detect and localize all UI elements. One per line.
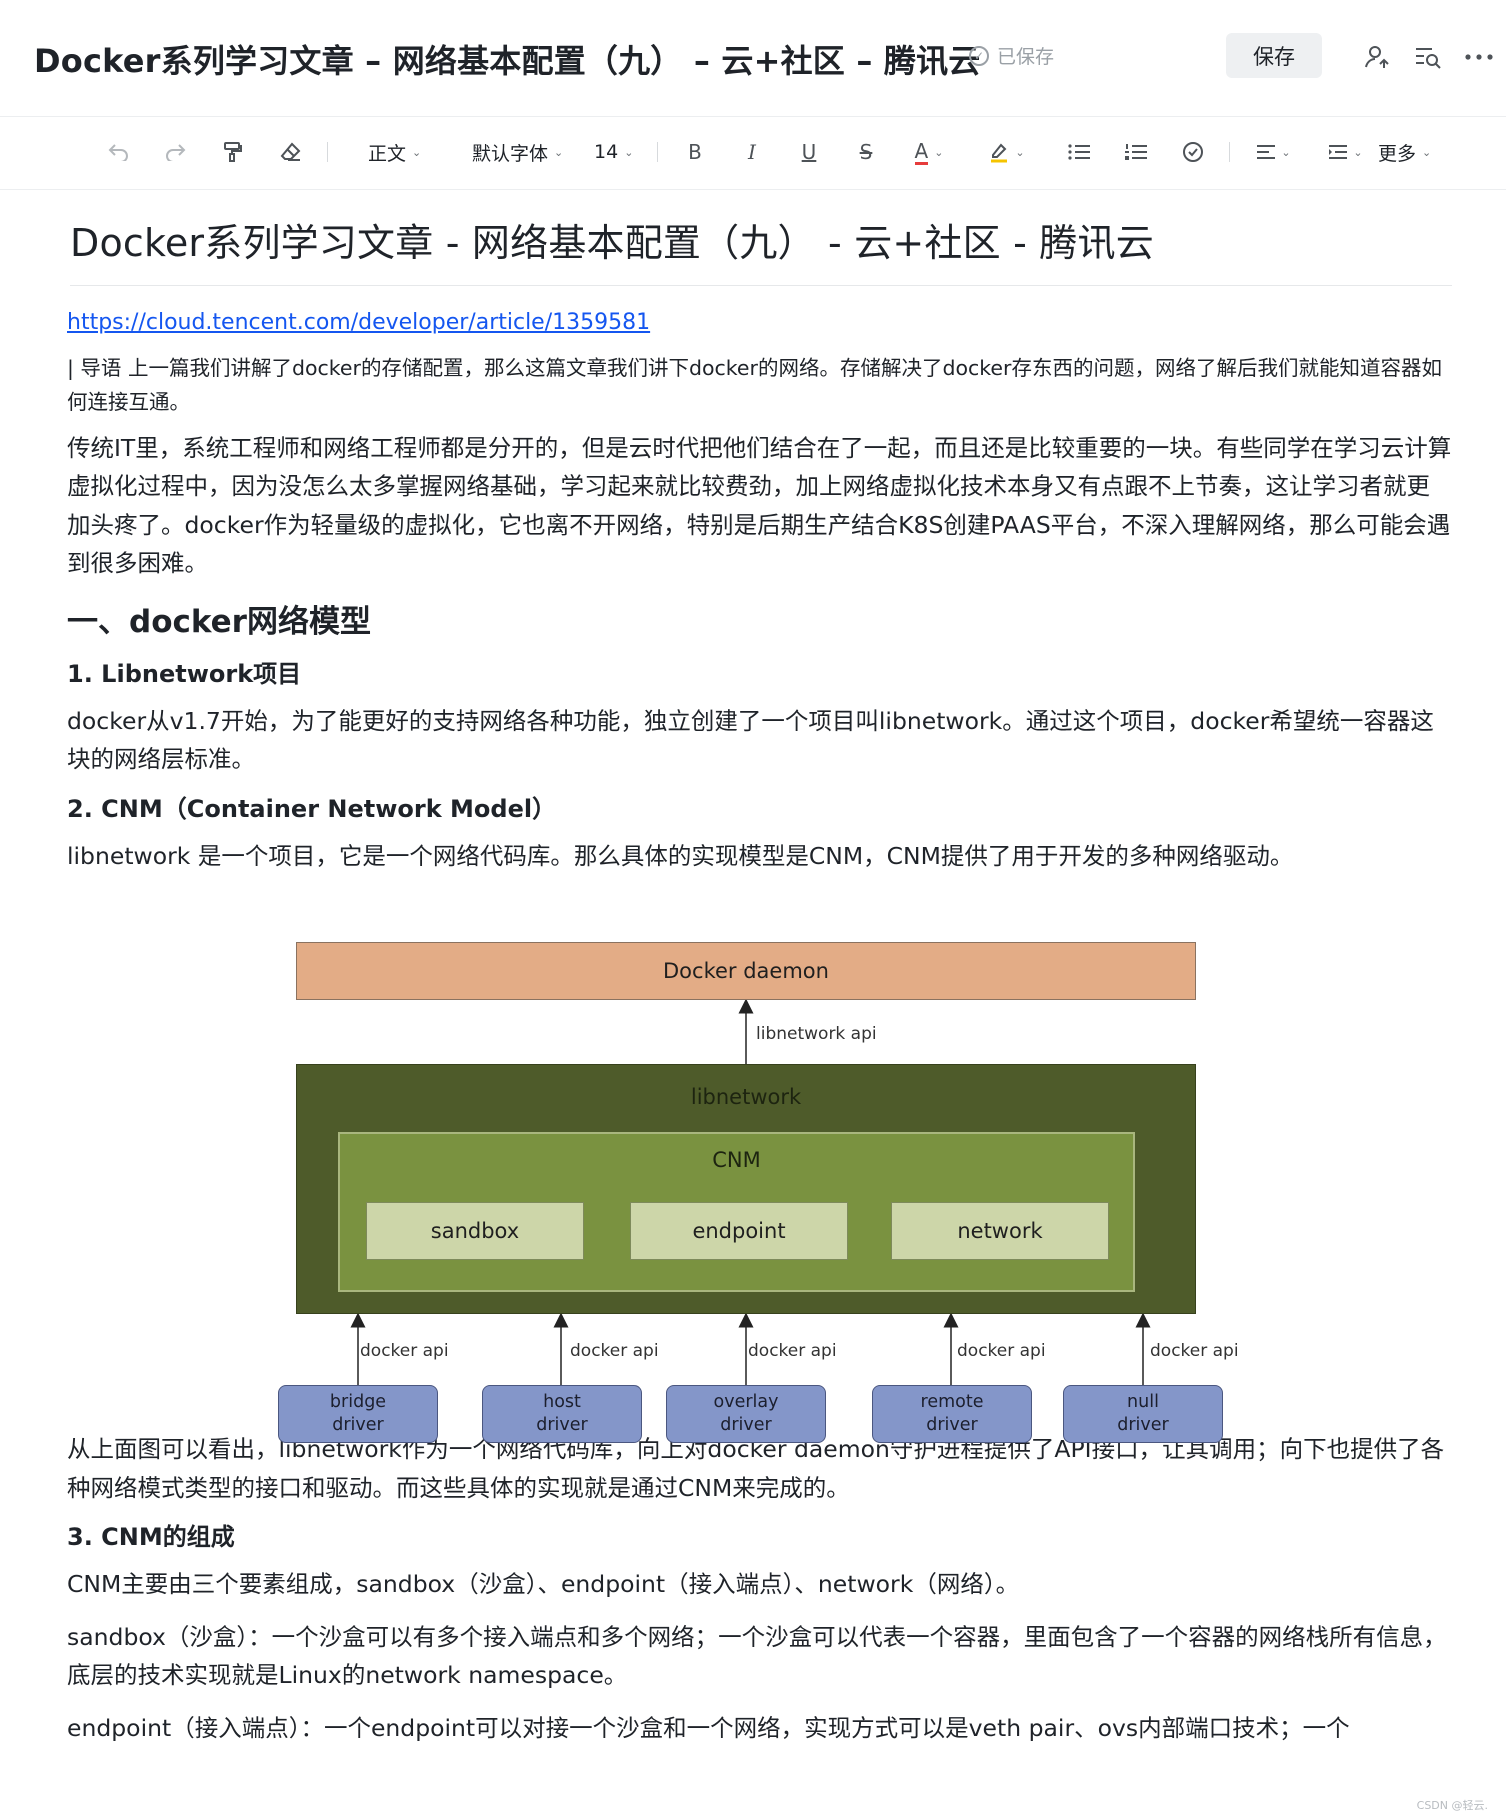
docker-api-label: docker api bbox=[360, 1341, 449, 1361]
sandbox-box: sandbox bbox=[366, 1202, 584, 1260]
driver-name: null bbox=[1127, 1392, 1159, 1412]
docker-api-label: docker api bbox=[957, 1341, 1046, 1361]
paragraph-style-dropdown[interactable]: 正文 ⌄ bbox=[368, 134, 421, 170]
paragraph-2: docker从v1.7开始，为了能更好的支持网络各种功能，独立创建了一个项目叫l… bbox=[67, 706, 1434, 774]
format-painter-icon[interactable] bbox=[218, 134, 248, 170]
font-size-dropdown[interactable]: 14 ⌄ bbox=[594, 134, 633, 170]
italic-button[interactable]: I bbox=[740, 134, 764, 170]
document-title[interactable]: Docker系列学习文章 – 网络基本配置（九） – 云+社区 – 腾讯云 bbox=[34, 36, 980, 82]
toolbar-divider bbox=[1229, 142, 1230, 162]
align-dropdown[interactable]: ⌄ bbox=[1250, 134, 1298, 170]
indent-dropdown[interactable]: ⌄ bbox=[1322, 134, 1370, 170]
share-user-icon[interactable] bbox=[1360, 40, 1394, 74]
driver-suffix: driver bbox=[332, 1415, 384, 1435]
redo-icon[interactable] bbox=[160, 134, 190, 170]
indent-icon bbox=[1329, 145, 1348, 159]
remote-driver-box: remote driver bbox=[872, 1385, 1032, 1443]
docker-api-label: docker api bbox=[1150, 1341, 1239, 1361]
heading-cnm-components: 3. CNM的组成 bbox=[67, 1523, 235, 1552]
highlight-button[interactable]: ⌄ bbox=[980, 134, 1034, 170]
overlay-driver-box: overlay driver bbox=[666, 1385, 826, 1443]
more-menu-icon[interactable] bbox=[1462, 40, 1496, 74]
more-dropdown[interactable]: 更多 ⌄ bbox=[1378, 134, 1431, 170]
chevron-down-icon: ⌄ bbox=[1015, 145, 1025, 159]
driver-name: host bbox=[543, 1392, 581, 1412]
formatting-toolbar: 正文 ⌄ 默认字体 ⌄ 14 ⌄ B I U S A ⌄ ⌄ ⌄ ⌄ 更多 ⌄ bbox=[0, 116, 1506, 190]
save-button[interactable]: 保存 bbox=[1226, 33, 1322, 78]
chevron-down-icon: ⌄ bbox=[624, 145, 634, 159]
intro-quote: | 导语 上一篇我们讲解了docker的存储配置，那么这篇文章我们讲下docke… bbox=[67, 355, 1442, 414]
chevron-down-icon: ⌄ bbox=[1422, 145, 1432, 159]
heading-docker-network-model: 一、docker网络模型 bbox=[67, 603, 371, 640]
driver-suffix: driver bbox=[1117, 1415, 1169, 1435]
font-size-label: 14 bbox=[594, 141, 619, 163]
libnetwork-api-label: libnetwork api bbox=[756, 1024, 877, 1044]
host-driver-box: host driver bbox=[482, 1385, 642, 1443]
saved-status-label: 已保存 bbox=[997, 46, 1055, 68]
font-color-button[interactable]: A ⌄ bbox=[902, 134, 956, 170]
checklist-icon[interactable] bbox=[1180, 134, 1206, 170]
network-box: network bbox=[891, 1202, 1109, 1260]
driver-name: overlay bbox=[713, 1392, 779, 1412]
chevron-down-icon: ⌄ bbox=[934, 145, 944, 159]
paragraph-style-label: 正文 bbox=[368, 142, 407, 165]
strikethrough-button[interactable]: S bbox=[854, 134, 878, 170]
font-family-label: 默认字体 bbox=[472, 142, 549, 165]
undo-icon[interactable] bbox=[104, 134, 134, 170]
null-driver-box: null driver bbox=[1063, 1385, 1223, 1443]
paragraph-1: 传统IT里，系统工程师和网络工程师都是分开的，但是云时代把他们结合在了一起，而且… bbox=[67, 433, 1452, 578]
numbered-list-icon[interactable] bbox=[1123, 134, 1149, 170]
bullet-list-icon[interactable] bbox=[1066, 134, 1092, 170]
font-color-label: A bbox=[914, 138, 929, 165]
chevron-down-icon: ⌄ bbox=[1353, 145, 1363, 159]
check-circle-icon: ✓ bbox=[969, 45, 989, 66]
article-title: Docker系列学习文章 - 网络基本配置（九） - 云+社区 - 腾讯云 bbox=[70, 221, 1452, 286]
driver-name: remote bbox=[920, 1392, 984, 1412]
chevron-down-icon: ⌄ bbox=[1281, 145, 1291, 159]
watermark: CSDN @轻云. bbox=[1416, 1799, 1488, 1812]
source-link[interactable]: https://cloud.tencent.com/developer/arti… bbox=[67, 310, 650, 335]
heading-libnetwork: 1. Libnetwork项目 bbox=[67, 659, 302, 688]
driver-suffix: driver bbox=[720, 1415, 772, 1435]
highlighter-icon bbox=[991, 143, 1008, 163]
chevron-down-icon: ⌄ bbox=[554, 145, 564, 159]
heading-cnm: 2. CNM（Container Network Model） bbox=[67, 794, 557, 823]
docker-daemon-box: Docker daemon bbox=[296, 942, 1196, 1000]
docker-api-label: docker api bbox=[570, 1341, 659, 1361]
more-label: 更多 bbox=[1378, 142, 1417, 165]
driver-name: bridge bbox=[329, 1392, 387, 1412]
driver-suffix: driver bbox=[536, 1415, 588, 1435]
paragraph-6: sandbox（沙盒）：一个沙盒可以有多个接入端点和多个网络；一个沙盒可以代表一… bbox=[67, 1622, 1447, 1690]
docker-api-label: docker api bbox=[748, 1341, 837, 1361]
endpoint-box: endpoint bbox=[630, 1202, 848, 1260]
driver-suffix: driver bbox=[926, 1415, 978, 1435]
paragraph-7: endpoint（接入端点）：一个endpoint可以对接一个沙盒和一个网络，实… bbox=[67, 1713, 1350, 1742]
toolbar-divider bbox=[657, 142, 658, 162]
font-family-dropdown[interactable]: 默认字体 ⌄ bbox=[472, 134, 563, 170]
underline-button[interactable]: U bbox=[797, 134, 821, 170]
libnetwork-cnm-diagram: Docker daemon libnetwork api libnetwork … bbox=[270, 940, 1250, 1445]
paragraph-3: libnetwork 是一个项目，它是一个网络代码库。那么具体的实现模型是CNM… bbox=[67, 841, 1294, 870]
outline-search-icon[interactable] bbox=[1411, 40, 1445, 74]
chevron-down-icon: ⌄ bbox=[412, 145, 422, 159]
clear-format-icon[interactable] bbox=[276, 134, 306, 170]
paragraph-5: CNM主要由三个要素组成，sandbox（沙盒）、endpoint（接入端点）、… bbox=[67, 1570, 1020, 1599]
editor-header: Docker系列学习文章 – 网络基本配置（九） – 云+社区 – 腾讯云 ✓ … bbox=[0, 0, 1506, 117]
toolbar-divider bbox=[327, 142, 328, 162]
align-icon bbox=[1257, 145, 1276, 159]
bold-button[interactable]: B bbox=[683, 134, 707, 170]
saved-status: ✓ 已保存 bbox=[969, 42, 1054, 69]
bridge-driver-box: bridge driver bbox=[278, 1385, 438, 1443]
